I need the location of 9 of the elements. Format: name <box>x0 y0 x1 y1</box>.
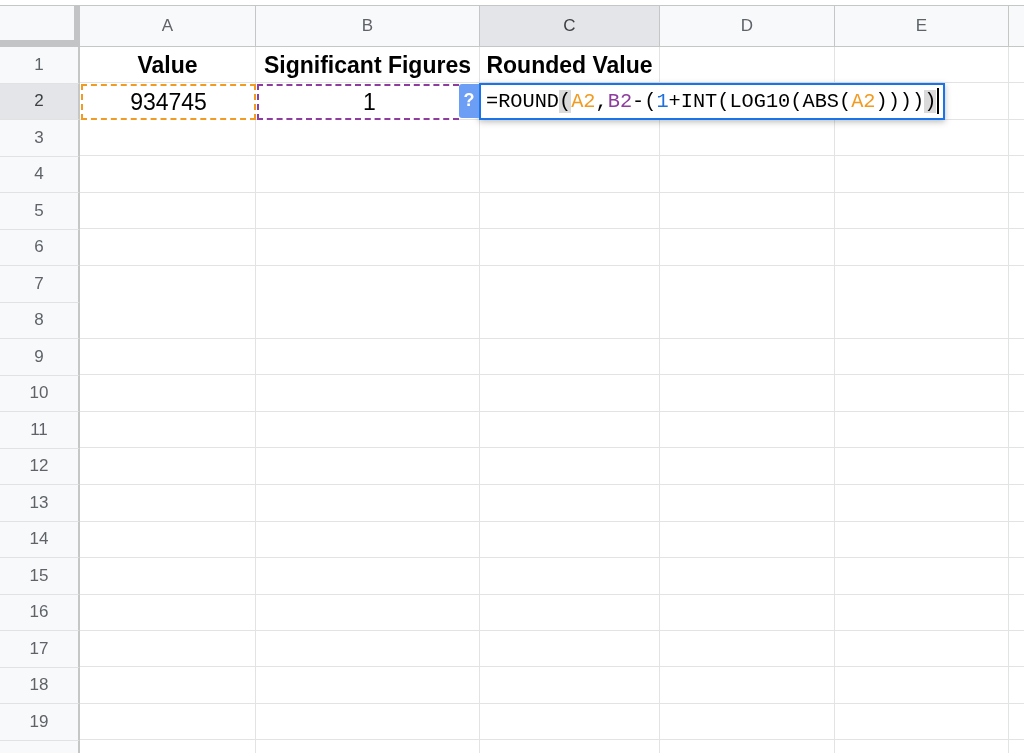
table-cell: 1 <box>257 83 459 120</box>
cell-editor[interactable]: =ROUND(A2,B2-(1+INT(LOG10(ABS(A2))))) <box>479 82 946 120</box>
text-cursor-icon <box>937 88 940 114</box>
table-cell-text: Value <box>136 51 199 81</box>
column-header[interactable]: C <box>480 5 660 47</box>
table-cell-text: Significant Figures <box>263 51 472 81</box>
table-cell-text: Rounded Value <box>485 51 654 81</box>
row-header[interactable]: 2 <box>0 83 80 120</box>
table-cell: 934745 <box>81 83 256 120</box>
